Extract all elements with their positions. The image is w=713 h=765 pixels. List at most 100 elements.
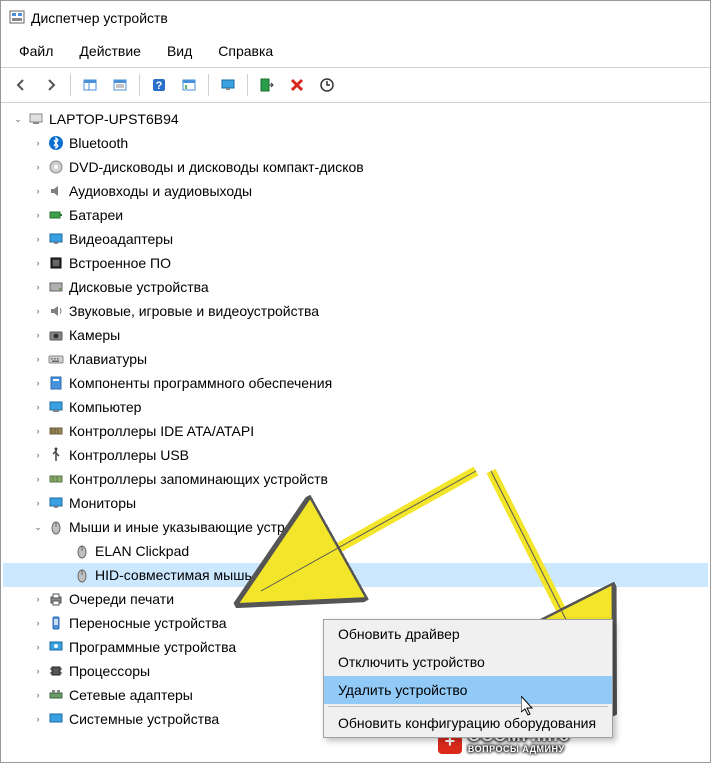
audio-icon <box>47 182 65 200</box>
category-label: Контроллеры USB <box>69 447 189 463</box>
tree-category[interactable]: › Компьютер <box>3 395 708 419</box>
tree-category[interactable]: › Контроллеры запоминающих устройств <box>3 467 708 491</box>
menu-file[interactable]: Файл <box>7 39 65 63</box>
help-button[interactable]: ? <box>145 72 173 98</box>
chevron-right-icon[interactable]: › <box>31 232 45 246</box>
toolbar-sep <box>139 74 140 96</box>
tree-category[interactable]: › Bluetooth <box>3 131 708 155</box>
category-label: Компьютер <box>69 399 141 415</box>
network-icon <box>47 686 65 704</box>
category-label: Звуковые, игровые и видеоустройства <box>69 303 319 319</box>
chevron-down-icon[interactable]: ⌄ <box>11 112 25 126</box>
category-label: Контроллеры запоминающих устройств <box>69 471 328 487</box>
chevron-right-icon[interactable]: › <box>31 304 45 318</box>
chevron-right-icon[interactable]: › <box>31 664 45 678</box>
app-icon <box>9 10 25 26</box>
show-hide-button[interactable] <box>76 72 104 98</box>
category-label: Аудиовходы и аудиовыходы <box>69 183 252 199</box>
menu-view[interactable]: Вид <box>155 39 204 63</box>
chevron-right-icon[interactable]: › <box>31 352 45 366</box>
tree-category[interactable]: ›Видеоадаптеры <box>3 227 708 251</box>
category-label: Мыши и иные указывающие устройства <box>69 519 329 535</box>
tree-category[interactable]: ›DVD-дисководы и дисководы компакт-диско… <box>3 155 708 179</box>
chevron-right-icon[interactable]: › <box>31 136 45 150</box>
ctx-update-driver[interactable]: Обновить драйвер <box>324 620 612 648</box>
device-manager-window: Диспетчер устройств Файл Действие Вид Сп… <box>0 0 711 763</box>
tree-category-mice[interactable]: ⌄ Мыши и иные указывающие устройства <box>3 515 708 539</box>
category-label: Bluetooth <box>69 135 128 151</box>
category-label: Контроллеры IDE ATA/ATAPI <box>69 423 254 439</box>
tree-root[interactable]: ⌄ LAPTOP-UPST6B94 <box>3 107 708 131</box>
category-label: Камеры <box>69 327 120 343</box>
chevron-right-icon[interactable]: › <box>31 640 45 654</box>
ctx-disable-device[interactable]: Отключить устройство <box>324 648 612 676</box>
chevron-right-icon[interactable]: › <box>31 280 45 294</box>
ctx-sep <box>328 706 608 707</box>
computer-icon <box>27 110 45 128</box>
chevron-right-icon[interactable]: › <box>31 184 45 198</box>
details-button[interactable] <box>175 72 203 98</box>
tree-category[interactable]: ›Клавиатуры <box>3 347 708 371</box>
menu-action[interactable]: Действие <box>67 39 153 63</box>
install-button[interactable] <box>253 72 281 98</box>
tree-category[interactable]: ›Батареи <box>3 203 708 227</box>
battery-icon <box>47 206 65 224</box>
chevron-right-icon[interactable]: › <box>31 328 45 342</box>
scan-button[interactable] <box>313 72 341 98</box>
system-icon <box>47 710 65 728</box>
tree-category[interactable]: › Компоненты программного обеспечения <box>3 371 708 395</box>
tree-category[interactable]: › Дисковые устройства <box>3 275 708 299</box>
tree-category[interactable]: › Контроллеры IDE ATA/ATAPI <box>3 419 708 443</box>
tree-category[interactable]: › Мониторы <box>3 491 708 515</box>
tree-device-hid-mouse[interactable]: HID-совместимая мышь <box>3 563 708 587</box>
mouse-icon <box>73 566 91 584</box>
titlebar: Диспетчер устройств <box>1 1 710 35</box>
chevron-right-icon[interactable]: › <box>31 592 45 606</box>
usb-icon <box>47 446 65 464</box>
tree-category[interactable]: › Контроллеры USB <box>3 443 708 467</box>
chevron-right-icon[interactable]: › <box>31 616 45 630</box>
category-label: Системные устройства <box>69 711 219 727</box>
toolbar-sep <box>247 74 248 96</box>
tree-category[interactable]: › Камеры <box>3 323 708 347</box>
chevron-right-icon[interactable]: › <box>31 208 45 222</box>
chevron-right-icon[interactable]: › <box>31 256 45 270</box>
ide-icon <box>47 422 65 440</box>
toolbar: ? <box>1 68 710 103</box>
ctx-scan-hardware[interactable]: Обновить конфигурацию оборудования <box>324 709 612 737</box>
category-label: Компоненты программного обеспечения <box>69 375 332 391</box>
toolbar-sep <box>208 74 209 96</box>
tree-category[interactable]: › Звуковые, игровые и видеоустройства <box>3 299 708 323</box>
window-title: Диспетчер устройств <box>31 10 168 26</box>
tree-category[interactable]: › Аудиовходы и аудиовыходы <box>3 179 708 203</box>
sound-icon <box>47 302 65 320</box>
remove-button[interactable] <box>283 72 311 98</box>
category-label: Мониторы <box>69 495 136 511</box>
chevron-right-icon[interactable]: › <box>31 496 45 510</box>
menu-help[interactable]: Справка <box>206 39 285 63</box>
firmware-icon <box>47 254 65 272</box>
chevron-right-icon[interactable]: › <box>31 160 45 174</box>
forward-button[interactable] <box>37 72 65 98</box>
portable-icon <box>47 614 65 632</box>
chevron-right-icon[interactable]: › <box>31 424 45 438</box>
ctx-uninstall-device[interactable]: Удалить устройство <box>324 676 612 704</box>
properties-button[interactable] <box>106 72 134 98</box>
keyboard-icon <box>47 350 65 368</box>
chevron-right-icon[interactable]: › <box>31 376 45 390</box>
chevron-right-icon[interactable]: › <box>31 448 45 462</box>
chevron-right-icon[interactable]: › <box>31 472 45 486</box>
chevron-right-icon[interactable]: › <box>31 400 45 414</box>
tree-category[interactable]: › Очереди печати <box>3 587 708 611</box>
category-label: Дисковые устройства <box>69 279 209 295</box>
tree-device-elan[interactable]: ELAN Clickpad <box>3 539 708 563</box>
monitor-button[interactable] <box>214 72 242 98</box>
monitor-icon <box>47 494 65 512</box>
back-button[interactable] <box>7 72 35 98</box>
tree-category[interactable]: ›Встроенное ПО <box>3 251 708 275</box>
chevron-right-icon[interactable]: › <box>31 712 45 726</box>
chevron-down-icon[interactable]: ⌄ <box>31 520 45 534</box>
chevron-right-icon[interactable]: › <box>31 688 45 702</box>
category-label: Очереди печати <box>69 591 174 607</box>
disk-icon <box>47 278 65 296</box>
